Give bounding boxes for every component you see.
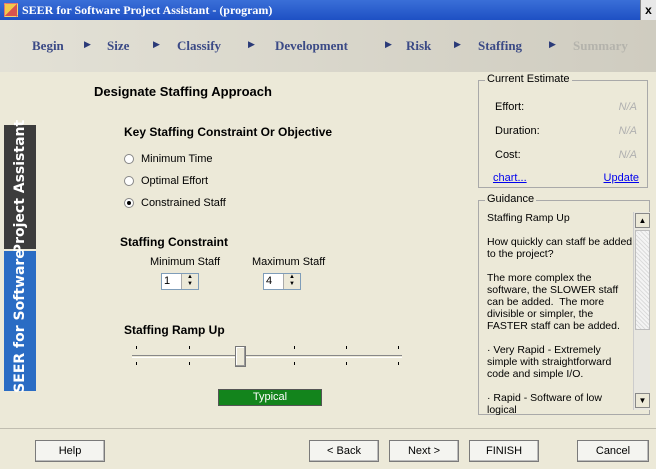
nav-summary: Summary	[573, 38, 628, 53]
slider-tick	[346, 362, 347, 365]
max-staff-label: Maximum Staff	[252, 256, 326, 268]
wizard-nav: Begin ▶ Size ▶ Classify ▶ Development ▶ …	[0, 20, 656, 72]
min-staff-stepper[interactable]: 1 ▲ ▼	[161, 273, 199, 290]
slider-tick	[398, 362, 399, 365]
title-bar: SEER for Software Project Assistant - (p…	[0, 0, 656, 20]
guidance-panel[interactable]: Staffing Ramp Up How quickly can staff b…	[484, 212, 650, 416]
slider-tick	[346, 346, 347, 349]
nav-begin[interactable]: Begin	[32, 38, 64, 54]
nav-arrow-icon: ▶	[549, 39, 556, 49]
current-estimate-group: Current Estimate Effort: N/A Duration: N…	[478, 73, 648, 188]
max-staff-stepper[interactable]: 4 ▲ ▼	[263, 273, 301, 290]
nav-arrow-icon: ▶	[84, 39, 91, 49]
update-link[interactable]: Update	[604, 172, 639, 184]
option-label: Optimal Effort	[141, 175, 209, 187]
scroll-thumb[interactable]	[635, 230, 650, 330]
duration-label: Duration:	[495, 125, 540, 137]
tab-project-assistant[interactable]: Project Assistant	[4, 120, 36, 254]
effort-value: N/A	[618, 101, 637, 113]
scroll-down-icon[interactable]: ▼	[635, 393, 650, 408]
down-arrow-icon[interactable]: ▼	[284, 281, 300, 288]
constraint-heading: Key Staffing Constraint Or Objective	[124, 125, 333, 139]
max-staff-value[interactable]: 4	[264, 274, 283, 289]
option-label: Minimum Time	[141, 153, 213, 165]
slider-tick	[294, 362, 295, 365]
option-label: Constrained Staff	[141, 197, 226, 209]
staffing-constraint-heading: Staffing Constraint	[120, 235, 228, 249]
min-staff-label: Minimum Staff	[150, 256, 221, 268]
next-button[interactable]: Next >	[389, 440, 459, 462]
help-button[interactable]: Help	[35, 440, 105, 462]
app-icon	[4, 3, 18, 17]
option-optimal-effort[interactable]: Optimal Effort	[124, 175, 208, 187]
scroll-up-icon[interactable]: ▲	[635, 213, 650, 228]
option-constrained-staff[interactable]: Constrained Staff	[124, 197, 226, 209]
nav-risk[interactable]: Risk	[406, 38, 431, 54]
radio-icon[interactable]	[124, 176, 134, 186]
chart-link[interactable]: chart...	[493, 172, 527, 184]
nav-arrow-icon: ▶	[248, 39, 255, 49]
up-arrow-icon[interactable]: ▲	[284, 274, 300, 281]
effort-label: Effort:	[495, 101, 525, 113]
nav-size[interactable]: Size	[107, 38, 129, 54]
slider-tick	[189, 362, 190, 365]
nav-development[interactable]: Development	[275, 38, 348, 54]
nav-arrow-icon: ▶	[153, 39, 160, 49]
current-estimate-title: Current Estimate	[485, 73, 572, 85]
guidance-scrollbar[interactable]: ▲ ▼	[633, 212, 650, 410]
nav-classify[interactable]: Classify	[177, 38, 221, 54]
divider	[0, 428, 656, 429]
radio-icon[interactable]	[124, 154, 134, 164]
tab-seer-for-software[interactable]: SEER for Software	[4, 249, 36, 393]
tab-label: Project Assistant	[12, 119, 28, 255]
nav-staffing[interactable]: Staffing	[478, 38, 522, 54]
down-arrow-icon[interactable]: ▼	[182, 281, 198, 288]
finish-button[interactable]: FINISH	[469, 440, 539, 462]
page-title: Designate Staffing Approach	[94, 84, 272, 99]
cost-label: Cost:	[495, 149, 521, 161]
option-minimum-time[interactable]: Minimum Time	[124, 153, 213, 165]
slider-tick	[294, 346, 295, 349]
nav-arrow-icon: ▶	[454, 39, 461, 49]
nav-arrow-icon: ▶	[385, 39, 392, 49]
slider-thumb[interactable]	[235, 346, 246, 367]
window-title: SEER for Software Project Assistant - (p…	[22, 2, 273, 17]
ramp-status-badge: Typical	[218, 389, 322, 406]
slider-tick	[398, 346, 399, 349]
guidance-text: Staffing Ramp Up How quickly can staff b…	[487, 212, 633, 416]
slider-tick	[189, 346, 190, 349]
close-button[interactable]: x	[640, 0, 656, 20]
guidance-title: Guidance	[485, 193, 537, 205]
radio-icon[interactable]	[124, 198, 134, 208]
up-arrow-icon[interactable]: ▲	[182, 274, 198, 281]
tab-label: SEER for Software	[12, 249, 28, 393]
slider-track[interactable]	[132, 355, 402, 358]
min-staff-value[interactable]: 1	[162, 274, 181, 289]
duration-value: N/A	[618, 125, 637, 137]
slider-tick	[136, 346, 137, 349]
cancel-button[interactable]: Cancel	[577, 440, 649, 462]
back-button[interactable]: < Back	[309, 440, 379, 462]
guidance-group: Guidance Staffing Ramp Up How quickly ca…	[478, 193, 650, 416]
cost-value: N/A	[618, 149, 637, 161]
slider-tick	[136, 362, 137, 365]
ramp-heading: Staffing Ramp Up	[124, 323, 225, 337]
